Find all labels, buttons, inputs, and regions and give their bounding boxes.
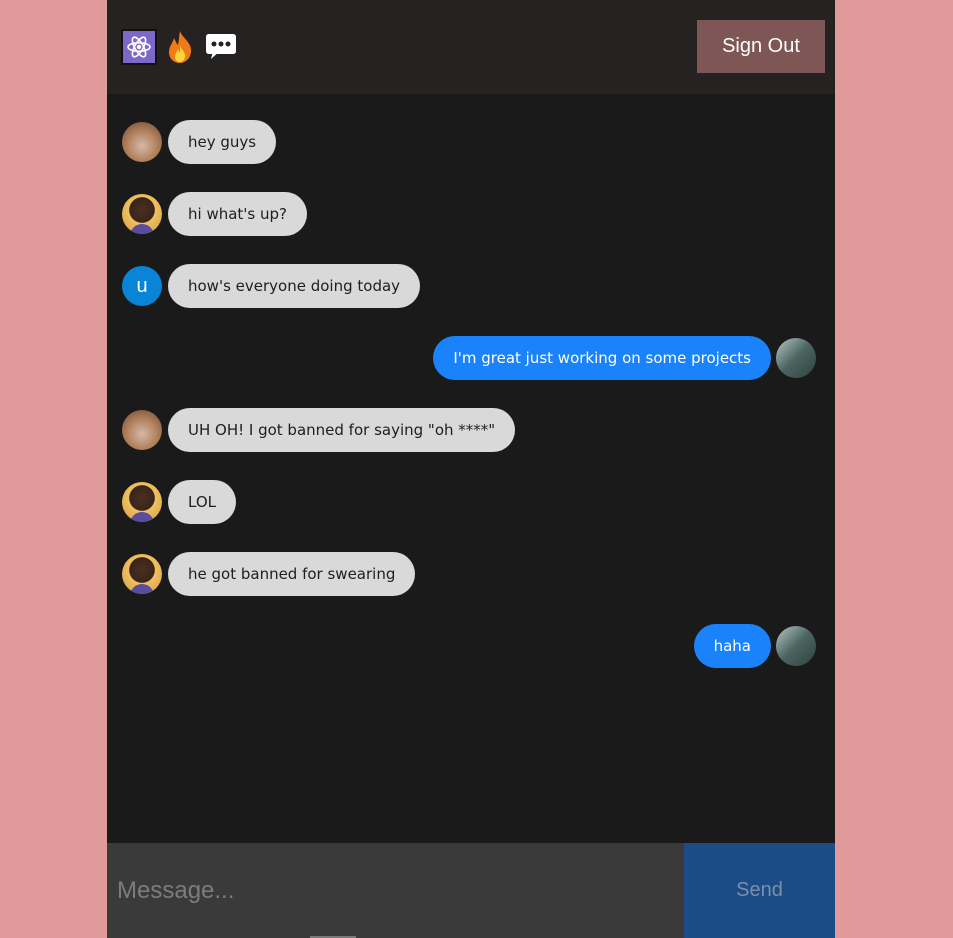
message-input[interactable] [107,843,684,938]
message-bubble: LOL [168,480,236,524]
message-bubble: UH OH! I got banned for saying "oh ****" [168,408,516,452]
message-bubble: haha [693,624,771,668]
avatar [776,626,816,666]
message-row: he got banned for swearing [122,552,816,596]
message-bubble: he got banned for swearing [168,552,416,596]
sign-out-button[interactable]: Sign Out [697,20,825,73]
message-row: LOL [122,480,816,524]
avatar [122,122,162,162]
message-bubble: hi what's up? [168,192,307,236]
avatar [122,194,162,234]
message-bubble: I'm great just working on some projects [433,336,771,380]
send-button[interactable]: Send [684,843,835,938]
message-row: UH OH! I got banned for saying "oh ****" [122,408,816,452]
avatar [122,482,162,522]
avatar [122,410,162,450]
message-row: hey guys [122,120,816,164]
atom-icon [121,29,157,65]
speech-bubble-icon [203,29,239,65]
message-bubble: how's everyone doing today [168,264,421,308]
avatar: u [122,266,162,306]
message-row: hi what's up? [122,192,816,236]
message-row-sent: I'm great just working on some projects [122,336,816,380]
chat-app: Sign Out hey guys hi what's up? u how's … [107,0,835,938]
avatar [776,338,816,378]
fire-icon [162,29,198,65]
logo-icons [121,29,244,65]
message-list: hey guys hi what's up? u how's everyone … [107,94,835,843]
message-bubble: hey guys [168,120,277,164]
message-row: u how's everyone doing today [122,264,816,308]
message-composer: Send [107,843,835,938]
message-row-sent: haha [122,624,816,668]
app-header: Sign Out [107,0,835,94]
avatar [122,554,162,594]
